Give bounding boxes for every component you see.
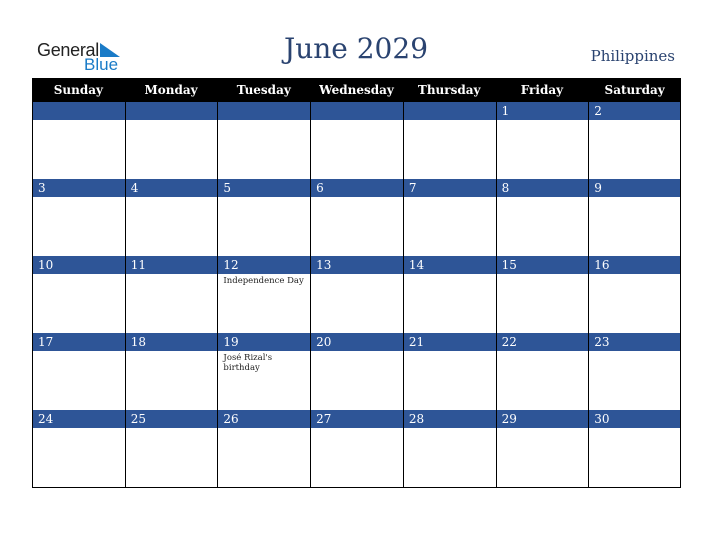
day-number: 6 (311, 179, 403, 197)
day-number (33, 102, 125, 120)
day-cell[interactable]: 19 José Rizal's birthday (217, 333, 311, 410)
day-number: 11 (125, 256, 218, 274)
day-cell[interactable]: 25 (124, 410, 218, 487)
week-row: 12 (32, 102, 681, 179)
holiday-label: Independence Day (223, 276, 304, 286)
day-number: 14 (403, 256, 496, 274)
day-number: 30 (589, 410, 680, 428)
day-number: 20 (311, 333, 403, 351)
day-cell[interactable]: 12 Independence Day (217, 256, 311, 333)
day-cell[interactable]: 23 (588, 333, 681, 410)
holiday-label: José Rizal's birthday (223, 353, 273, 373)
day-cell[interactable] (402, 102, 496, 179)
day-cell[interactable]: 20 (310, 333, 403, 410)
weekday-wednesday: Wednesday (319, 83, 394, 97)
day-number: 18 (125, 333, 218, 351)
day-number: 26 (218, 410, 311, 428)
day-number (125, 102, 218, 120)
day-number: 7 (403, 179, 496, 197)
day-cell[interactable]: 11 (124, 256, 218, 333)
day-number (311, 102, 403, 120)
day-cell[interactable]: 10 (32, 256, 125, 333)
day-number: 4 (125, 179, 218, 197)
day-number (218, 102, 311, 120)
weekday-saturday: Saturday (604, 83, 665, 97)
day-cell[interactable]: 2 (588, 102, 681, 179)
day-cell[interactable]: 27 (310, 410, 403, 487)
day-cell[interactable] (217, 102, 311, 179)
day-cell[interactable]: 5 (217, 179, 311, 256)
day-cell[interactable]: 9 (588, 179, 681, 256)
day-cell[interactable] (310, 102, 403, 179)
day-number: 9 (589, 179, 680, 197)
day-number: 23 (589, 333, 680, 351)
day-cell[interactable]: 1 (495, 102, 589, 179)
day-number: 10 (33, 256, 125, 274)
day-number: 5 (218, 179, 311, 197)
day-cell[interactable]: 29 (495, 410, 589, 487)
day-number: 27 (311, 410, 403, 428)
day-number: 16 (589, 256, 680, 274)
day-number: 19 (218, 333, 311, 351)
day-number: 29 (496, 410, 589, 428)
day-cell[interactable]: 21 (402, 333, 496, 410)
day-number: 2 (589, 102, 680, 120)
day-number: 25 (125, 410, 218, 428)
day-cell[interactable]: 16 (588, 256, 681, 333)
day-number: 24 (33, 410, 125, 428)
weekday-friday: Friday (520, 83, 564, 97)
day-cell[interactable]: 24 (32, 410, 125, 487)
day-cell[interactable]: 22 (495, 333, 589, 410)
day-cell[interactable]: 18 (124, 333, 218, 410)
day-cell[interactable]: 8 (495, 179, 589, 256)
day-cell[interactable]: 17 (32, 333, 125, 410)
day-number: 13 (311, 256, 403, 274)
day-cell[interactable]: 3 (32, 179, 125, 256)
week-row: 3456789 (32, 179, 681, 256)
weekday-sunday: Sunday (53, 83, 103, 97)
day-number: 3 (33, 179, 125, 197)
week-row: 24 25 26 27 28 29 30 (32, 410, 681, 488)
day-number (403, 102, 496, 120)
day-number: 17 (33, 333, 125, 351)
day-cell[interactable]: 6 (310, 179, 403, 256)
week-row: 17 18 19 José Rizal's birthday 20 21 22 23 (32, 333, 681, 410)
day-cell[interactable]: 15 (495, 256, 589, 333)
day-number: 21 (403, 333, 496, 351)
day-cell[interactable] (124, 102, 218, 179)
weekday-header: Sunday Monday Tuesday Wednesday Thursday Frid… (32, 78, 681, 102)
weekday-thursday: Thursday (417, 83, 481, 97)
day-number: 15 (496, 256, 589, 274)
day-cell[interactable]: 28 (402, 410, 496, 487)
day-cell[interactable]: 13 (310, 256, 403, 333)
week-row: 10 11 12 Independence Day 13 14 15 16 (32, 256, 681, 333)
day-cell[interactable]: 7 (402, 179, 496, 256)
weekday-tuesday: Tuesday (236, 83, 291, 97)
day-cell[interactable]: 26 (217, 410, 311, 487)
day-number: 12 (218, 256, 311, 274)
weekday-monday: Monday (144, 83, 198, 97)
day-cell[interactable]: 30 (588, 410, 681, 487)
day-cell[interactable]: 14 (402, 256, 496, 333)
day-number: 1 (496, 102, 589, 120)
day-number: 22 (496, 333, 589, 351)
day-number: 8 (496, 179, 589, 197)
country-label: Philippines (590, 47, 675, 65)
day-cell[interactable]: 4 (124, 179, 218, 256)
day-cell[interactable] (32, 102, 125, 179)
calendar-grid: Sunday Monday Tuesday Wednesday Thursday Frid… (32, 78, 681, 488)
day-number: 28 (403, 410, 496, 428)
